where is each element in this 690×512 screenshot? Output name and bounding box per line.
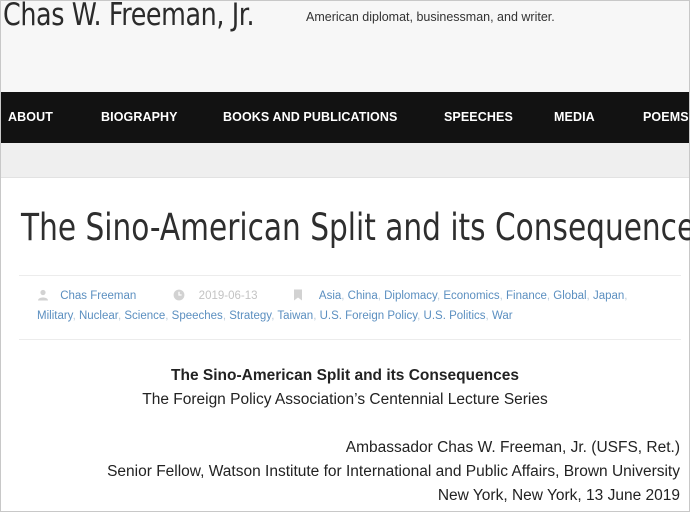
category-link[interactable]: Taiwan: [277, 310, 313, 322]
category-list: Asia, China, Diplomacy, Economics, Finan…: [318, 290, 628, 302]
category-link[interactable]: Military: [37, 310, 73, 322]
category-link[interactable]: Strategy: [229, 310, 271, 322]
category-link[interactable]: Speeches: [172, 310, 223, 322]
category-link[interactable]: Japan: [593, 290, 624, 302]
category-link[interactable]: Diplomacy: [384, 290, 437, 302]
nav-item-biography[interactable]: BIOGRAPHY: [101, 110, 178, 124]
user-icon: [37, 289, 49, 304]
nav-item-speeches[interactable]: SPEECHES: [444, 110, 513, 124]
category-link[interactable]: Finance: [506, 290, 547, 302]
category-link[interactable]: Global: [553, 290, 586, 302]
clock-icon: [173, 289, 185, 304]
category-link[interactable]: U.S. Foreign Policy: [320, 310, 418, 322]
main-nav: ABOUT BIOGRAPHY BOOKS AND PUBLICATIONS S…: [1, 92, 689, 143]
nav-item-books-and-publications[interactable]: BOOKS AND PUBLICATIONS: [223, 110, 397, 124]
nav-item-media[interactable]: MEDIA: [554, 110, 595, 124]
speech-subheading: The Foreign Policy Association’s Centenn…: [142, 391, 548, 408]
category-link[interactable]: China: [348, 290, 378, 302]
post-date: 2019-06-13: [198, 290, 258, 302]
category-link[interactable]: Economics: [443, 290, 499, 302]
post-meta-row: Chas Freeman 2019-06-13 Asia, China, Dip…: [37, 289, 627, 304]
speech-affiliation: Senior Fellow, Watson Institute for Inte…: [107, 463, 680, 480]
site-header: Chas W. Freeman, Jr. American diplomat, …: [1, 0, 689, 92]
author-link[interactable]: Chas Freeman: [60, 290, 136, 302]
speech-heading: The Sino-American Split and its Conseque…: [171, 367, 519, 384]
post-title: The Sino-American Split and its Conseque…: [21, 206, 690, 249]
category-link[interactable]: Asia: [319, 290, 341, 302]
nav-item-about[interactable]: ABOUT: [8, 110, 53, 124]
speech-byline: Ambassador Chas W. Freeman, Jr. (USFS, R…: [345, 439, 680, 456]
category-link[interactable]: War: [492, 310, 513, 322]
post-meta: Chas Freeman 2019-06-13 Asia, China, Dip…: [19, 275, 681, 340]
category-link[interactable]: U.S. Politics: [424, 310, 486, 322]
bookmark-icon: [293, 289, 303, 304]
sub-header-band: [1, 143, 689, 178]
category-link[interactable]: Science: [124, 310, 165, 322]
post-meta-row: Military, Nuclear, Science, Speeches, St…: [37, 310, 513, 322]
site-tagline: American diplomat, businessman, and writ…: [306, 10, 555, 24]
speech-location-date: New York, New York, 13 June 2019: [437, 487, 680, 504]
category-link[interactable]: Nuclear: [79, 310, 118, 322]
post-content: The Sino-American Split and its Conseque…: [1, 178, 690, 511]
site-title[interactable]: Chas W. Freeman, Jr.: [3, 0, 255, 33]
nav-item-poems[interactable]: POEMS: [643, 110, 689, 124]
